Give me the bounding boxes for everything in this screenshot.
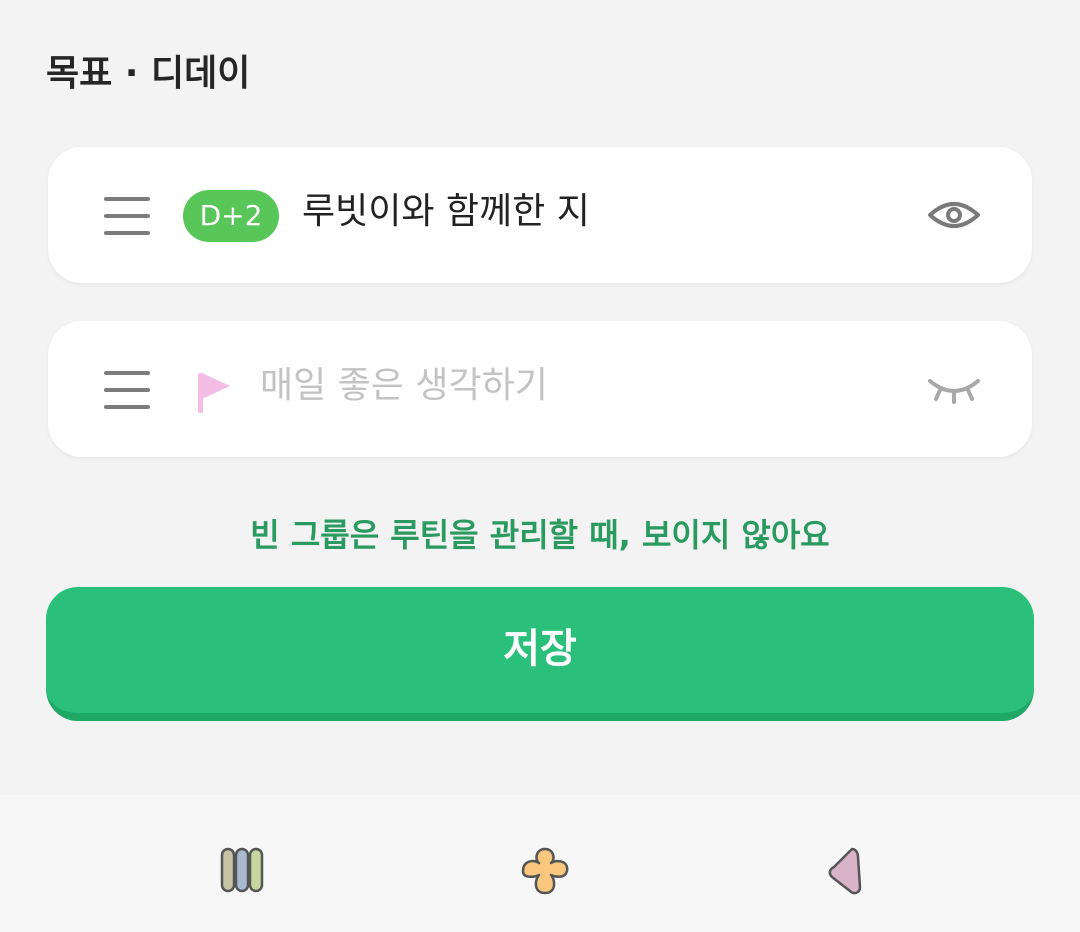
hint-text: 빈 그룹은 루틴을 관리할 때, 보이지 않아요	[250, 516, 830, 554]
eye-closed-icon[interactable]	[926, 371, 982, 405]
drag-handle-icon[interactable]	[104, 369, 150, 411]
drag-handle-icon[interactable]	[104, 195, 150, 237]
group-card-dday[interactable]: D+2 루빗이와 함께한 지	[48, 147, 1032, 283]
group-card-goal[interactable]: 매일 좋은 생각하기	[48, 321, 1032, 457]
triangle-icon[interactable]	[818, 843, 878, 903]
eye-icon[interactable]	[926, 191, 982, 239]
flag-icon	[196, 369, 236, 415]
group-title[interactable]: 루빗이와 함께한 지	[302, 187, 590, 237]
bottom-nav	[0, 795, 1080, 932]
dday-badge: D+2	[183, 190, 279, 242]
save-button[interactable]: 저장	[46, 587, 1034, 721]
flower-icon[interactable]	[515, 843, 575, 903]
section-title: 목표 · 디데이	[46, 53, 251, 94]
group-title-input[interactable]: 매일 좋은 생각하기	[260, 361, 548, 411]
pills-icon[interactable]	[212, 843, 272, 903]
